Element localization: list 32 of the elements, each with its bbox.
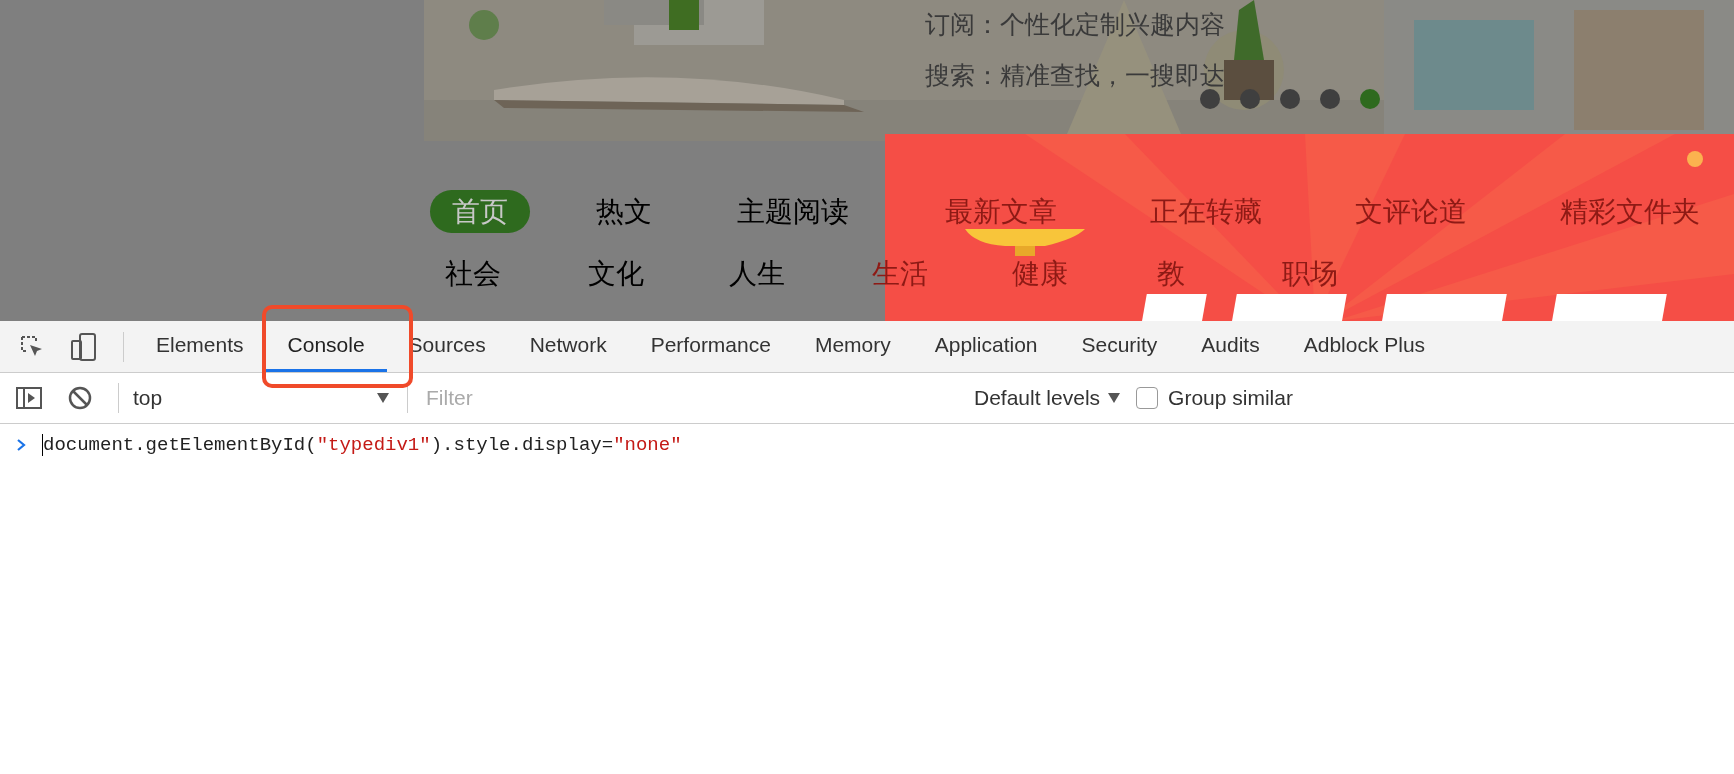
devtools-tab[interactable]: Application (912, 321, 1060, 372)
nav-tab[interactable]: 正在转藏 (1150, 192, 1262, 231)
checkbox[interactable] (1136, 387, 1159, 409)
nav-tab[interactable]: 主题阅读 (737, 192, 849, 231)
devtools-tab[interactable]: Network (507, 321, 629, 372)
devtools-tab[interactable]: Adblock Plus (1281, 321, 1448, 372)
nav-tab[interactable]: 首页 (430, 190, 530, 233)
levels-dropdown[interactable]: Default levels (970, 386, 1125, 410)
devtools-tab[interactable]: Security (1059, 321, 1180, 372)
nav-tab[interactable]: 教 (1157, 254, 1185, 293)
nav-tab[interactable]: 热文 (596, 192, 652, 231)
devtools-tab[interactable]: Elements (134, 321, 266, 372)
nav-tab[interactable]: 健康 (1012, 254, 1068, 293)
context-select[interactable]: top (129, 386, 399, 410)
console-input[interactable]: document.getElementById("typediv1").style.display="none" (42, 434, 682, 456)
nav-tab[interactable]: 人生 (729, 254, 785, 293)
nav-tab[interactable]: 文评论道 (1355, 192, 1467, 231)
clear-icon[interactable] (68, 386, 92, 410)
checkbox-label: Group similar (1168, 386, 1293, 410)
nav-tab[interactable]: 最新文章 (945, 192, 1057, 231)
nav-tab[interactable]: 文化 (588, 254, 644, 293)
device-icon[interactable] (71, 332, 97, 361)
sidebar-toggle-icon[interactable] (16, 387, 42, 409)
devtools-tab[interactable]: Memory (792, 321, 913, 372)
caret-icon (1108, 393, 1121, 403)
prompt-icon (16, 438, 26, 452)
nav-tab[interactable]: 社会 (445, 254, 501, 293)
nav-tab[interactable]: 精彩文件夹 (1560, 192, 1700, 231)
nav-tab[interactable]: 职场 (1282, 254, 1338, 293)
caret-icon (377, 393, 389, 403)
devtools-tab[interactable]: Audits (1179, 321, 1282, 372)
devtools-tab[interactable]: Performance (628, 321, 793, 372)
